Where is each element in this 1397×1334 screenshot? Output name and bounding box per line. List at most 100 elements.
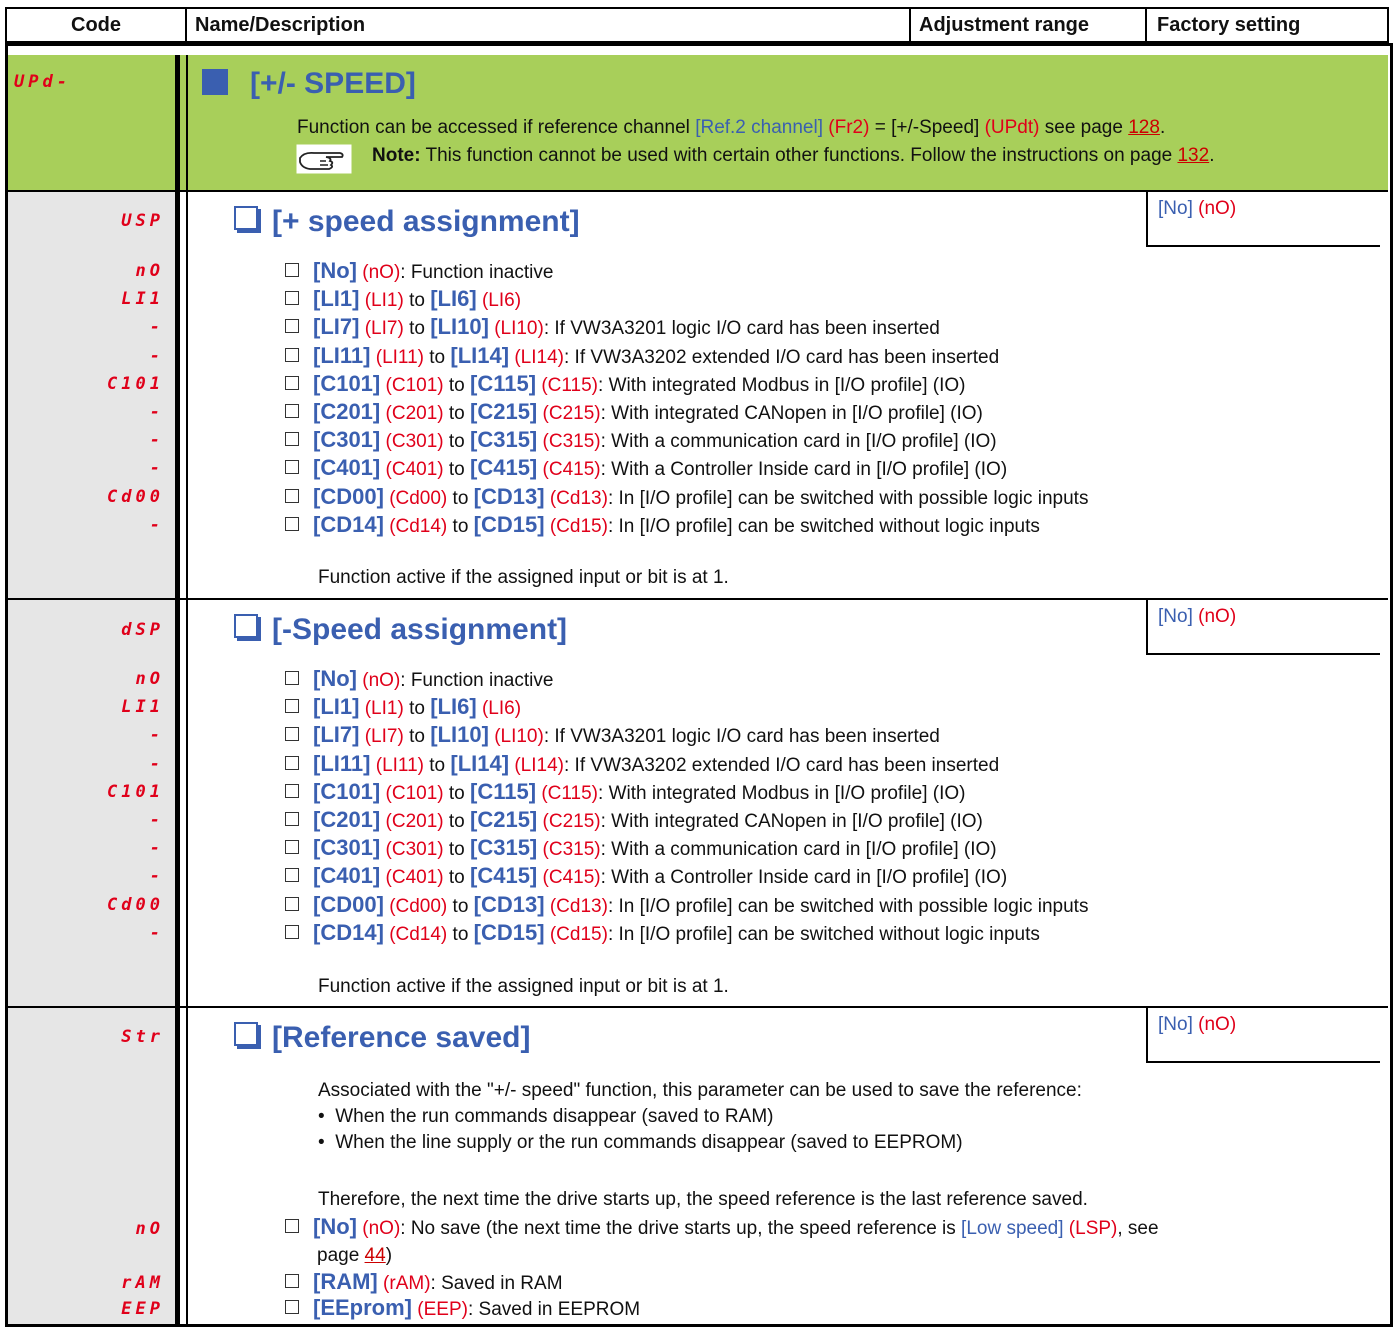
- option-to: to: [443, 403, 471, 424]
- option-desc: : With integrated CANopen in [I/O profil…: [600, 403, 983, 424]
- page-link-128[interactable]: 128: [1128, 117, 1160, 138]
- usp-option-code: -: [149, 430, 164, 451]
- option-code: (nO): [362, 670, 401, 691]
- menu-note: Note: This function cannot be used with …: [372, 145, 1215, 166]
- option-to: to: [443, 867, 471, 889]
- option-desc: : In [I/O profile] can be switched with …: [607, 487, 1089, 509]
- str-therefore: Therefore, the next time the drive start…: [318, 1189, 1088, 1210]
- option-code: (LI11): [375, 346, 424, 368]
- checkbox-icon: [285, 404, 299, 418]
- str-opt-no-desc: : No save (the next time the drive start…: [400, 1218, 962, 1239]
- empty-square-icon: [234, 614, 258, 638]
- menu-code: UPd-: [14, 72, 71, 92]
- usp-option-code: -: [149, 345, 164, 366]
- str-opt-no-refcode: (LSP): [1068, 1218, 1118, 1239]
- dsp-option-code: Cd00: [107, 894, 164, 915]
- str-opt-eep-desc: : Saved in EEPROM: [467, 1299, 641, 1320]
- option-code-end: (C315): [542, 431, 601, 453]
- menu-title: [+/- SPEED]: [202, 67, 416, 101]
- option-code-end: (C215): [542, 811, 601, 832]
- option-name-end: [C315]: [470, 835, 538, 861]
- usp-code: USP: [121, 211, 164, 231]
- option-to: to: [443, 374, 471, 396]
- option-name-end: [LI14]: [450, 750, 510, 776]
- checkbox-icon: [285, 783, 299, 798]
- checkbox-icon: [285, 1219, 299, 1233]
- header-range: Adjustment range: [909, 7, 1147, 43]
- option-name-end: [LI14]: [450, 342, 510, 368]
- str-opt-ram-name: [RAM]: [313, 1269, 378, 1294]
- page-link-44[interactable]: 44: [365, 1245, 386, 1266]
- dsp-factory-name: [No]: [1158, 606, 1193, 627]
- usp-option-row: [C101] (C101) to [C115] (C115): With int…: [285, 370, 966, 400]
- option-name-end: [CD13]: [473, 891, 545, 917]
- str-option-eep: [EEprom] (EEP): Saved in EEPROM: [285, 1294, 640, 1324]
- usp-option-code: Cd00: [107, 486, 164, 507]
- option-code: (C301): [385, 431, 444, 453]
- str-option-no-page: page 44): [317, 1242, 392, 1270]
- str-intro: Associated with the "+/- speed" function…: [318, 1080, 1082, 1101]
- access-post: see page: [1039, 117, 1129, 138]
- checkbox-icon: [285, 924, 299, 939]
- option-name: [LI7]: [313, 722, 360, 748]
- option-name-end: [C215]: [470, 399, 538, 424]
- option-name: [CD00]: [313, 483, 384, 509]
- menu-title-text: [+/- SPEED]: [250, 67, 416, 100]
- access-code2: (UPdt): [984, 117, 1040, 138]
- option-to: to: [443, 782, 471, 804]
- str-bullet-1-text: When the run commands disappear (saved t…: [335, 1106, 774, 1127]
- checkbox-icon: [285, 671, 299, 685]
- menu-access-line: Function can be accessed if reference ch…: [297, 117, 1166, 138]
- str-opt-eep-name: [EEprom]: [313, 1295, 412, 1320]
- option-to: to: [403, 698, 431, 720]
- access-text: Function can be accessed if reference ch…: [297, 117, 696, 138]
- option-code-end: (C415): [542, 459, 601, 481]
- str-opt-no-desc2: , see: [1117, 1218, 1159, 1239]
- usp-option-row: [LI11] (LI11) to [LI14] (LI14): If VW3A3…: [285, 342, 999, 372]
- option-name-end: [C115]: [470, 370, 537, 396]
- checkbox-icon: [285, 699, 299, 714]
- option-to: to: [447, 895, 474, 917]
- usp-option-row: [CD14] (Cd14) to [CD15] (Cd15): In [I/O …: [285, 511, 1040, 541]
- option-code: (LI11): [375, 754, 424, 776]
- usp-factory: [No] (nO): [1146, 192, 1380, 247]
- usp-option-code: nO: [135, 261, 164, 281]
- option-code-end: (LI10): [494, 726, 544, 748]
- empty-square-icon: [234, 1022, 258, 1046]
- str-bullet-2: • When the line supply or the run comman…: [318, 1132, 963, 1153]
- option-code: (C201): [385, 811, 444, 832]
- option-code-end: (LI14): [514, 346, 564, 368]
- str-factory: [No] (nO): [1146, 1008, 1380, 1063]
- option-desc: : If VW3A3201 logic I/O card has been in…: [543, 318, 940, 340]
- access-ref: [Ref.2 channel]: [695, 117, 823, 138]
- str-code-ram: rAM: [121, 1273, 164, 1293]
- empty-square-icon: [234, 206, 258, 230]
- dsp-option-row: [C301] (C301) to [C315] (C315): With a c…: [285, 834, 997, 864]
- option-code: (C301): [385, 839, 444, 861]
- option-name: [No]: [313, 258, 357, 283]
- option-code: (LI7): [364, 726, 404, 748]
- hand-note-icon: [296, 144, 352, 174]
- dsp-factory: [No] (nO): [1146, 600, 1380, 655]
- option-name-end: [C415]: [470, 455, 538, 481]
- option-to: to: [447, 515, 474, 537]
- option-desc: : With a communication card in [I/O prof…: [600, 839, 997, 861]
- usp-option-code: LI1: [121, 289, 164, 310]
- dsp-option-code: LI1: [121, 697, 164, 718]
- str-opt-no-code: (nO): [362, 1218, 401, 1239]
- checkbox-icon: [285, 868, 299, 883]
- header-range-label: Adjustment range: [919, 14, 1090, 36]
- header-name-label: Name/Description: [195, 14, 366, 36]
- option-to: to: [403, 726, 431, 748]
- option-code: (LI1): [364, 698, 404, 720]
- header-code: Code: [5, 7, 187, 43]
- dsp-option-code: -: [149, 725, 164, 746]
- option-name-end: [LI10]: [430, 722, 489, 748]
- option-to: to: [443, 839, 471, 861]
- option-code-end: (LI6): [481, 290, 522, 312]
- option-name-end: [CD15]: [473, 919, 545, 945]
- str-code-no: nO: [135, 1219, 164, 1239]
- dsp-code: dSP: [121, 620, 164, 640]
- page-link-132[interactable]: 132: [1177, 145, 1209, 166]
- code-column-inner-border: [186, 55, 188, 1327]
